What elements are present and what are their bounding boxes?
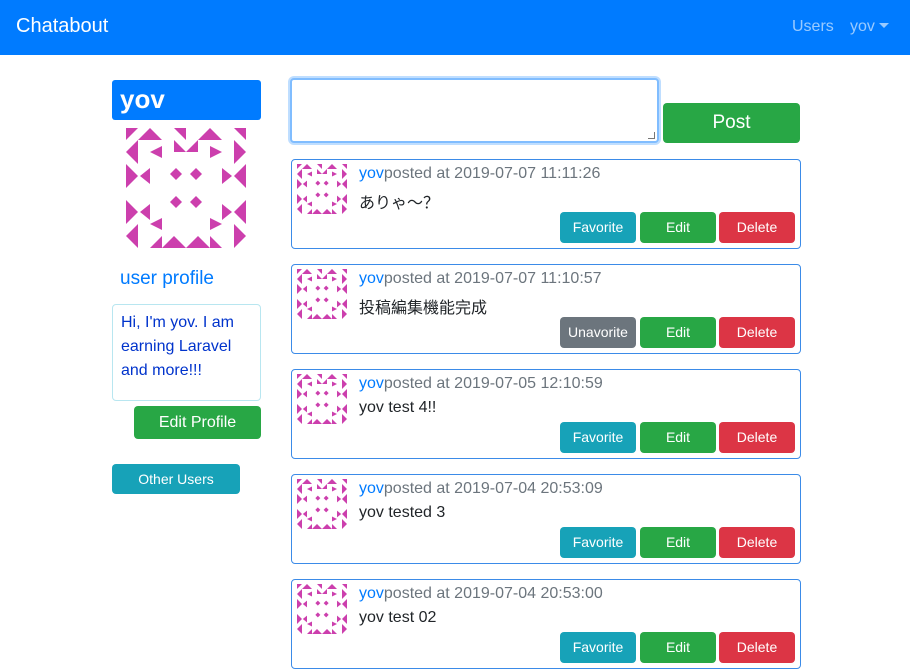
post-card: yovposted at 2019-07-07 11:10:57 投稿編集機能完… [291,264,801,354]
post-button[interactable]: Post [663,103,800,143]
delete-button[interactable]: Delete [719,317,795,348]
delete-button[interactable]: Delete [719,632,795,663]
edit-button[interactable]: Edit [640,317,716,348]
profile-bio: Hi, I'm yov. I am earning Laravel and mo… [112,304,261,401]
avatar [297,584,347,634]
post-timestamp: posted at 2019-07-04 20:53:09 [383,480,603,497]
avatar [297,374,347,424]
profile-username: yov [112,80,261,120]
edit-profile-button[interactable]: Edit Profile [134,406,261,439]
favorite-button[interactable]: Favorite [560,632,636,663]
post-content: yov tested 3 [359,504,446,521]
post-timestamp: posted at 2019-07-07 11:11:26 [383,165,601,182]
edit-button[interactable]: Edit [640,212,716,243]
post-content: 投稿編集機能完成 [359,300,488,317]
user-dropdown[interactable]: yov [850,18,889,36]
post-meta: yovposted at 2019-07-07 11:10:57 [359,270,602,288]
resize-handle-icon[interactable] [648,132,655,139]
avatar [297,479,347,529]
post-card: yovposted at 2019-07-07 11:11:26 ありゃ〜？ F… [291,159,801,249]
post-author-link[interactable]: yov [359,270,384,287]
delete-button[interactable]: Delete [719,212,795,243]
brand-link[interactable]: Chatabout [16,15,108,38]
post-textarea[interactable] [290,78,659,143]
edit-button[interactable]: Edit [640,632,716,663]
post-content: yov test 02 [359,609,437,626]
post-card: yovposted at 2019-07-04 20:53:09 yov tes… [291,474,801,564]
avatar [126,128,246,248]
unfavorite-button[interactable]: Unavorite [560,317,636,348]
other-users-button[interactable]: Other Users [112,464,240,494]
avatar [297,269,347,319]
post-content: yov test 4!! [359,399,437,416]
navbar: Chatabout Users yov [0,0,910,55]
avatar [297,164,347,214]
post-meta: yovposted at 2019-07-04 20:53:00 [359,585,603,603]
post-meta: yovposted at 2019-07-04 20:53:09 [359,480,603,498]
favorite-button[interactable]: Favorite [560,527,636,558]
edit-button[interactable]: Edit [640,422,716,453]
user-dropdown-label: yov [850,18,875,35]
post-content: ありゃ〜？ [359,195,440,212]
favorite-button[interactable]: Favorite [560,422,636,453]
post-timestamp: posted at 2019-07-07 11:10:57 [383,270,602,287]
post-timestamp: posted at 2019-07-05 12:10:59 [383,375,603,392]
post-card: yovposted at 2019-07-04 20:53:00 yov tes… [291,579,801,669]
post-meta: yovposted at 2019-07-05 12:10:59 [359,375,603,393]
caret-down-icon [878,23,889,28]
delete-button[interactable]: Delete [719,422,795,453]
edit-button[interactable]: Edit [640,527,716,558]
post-card: yovposted at 2019-07-05 12:10:59 yov tes… [291,369,801,459]
post-author-link[interactable]: yov [359,165,384,182]
delete-button[interactable]: Delete [719,527,795,558]
post-meta: yovposted at 2019-07-07 11:11:26 [359,165,600,183]
favorite-button[interactable]: Favorite [560,212,636,243]
profile-title: user profile [120,268,214,289]
post-author-link[interactable]: yov [359,480,384,497]
nav-users-link[interactable]: Users [792,18,834,36]
post-timestamp: posted at 2019-07-04 20:53:00 [383,585,603,602]
post-author-link[interactable]: yov [359,585,384,602]
post-author-link[interactable]: yov [359,375,384,392]
